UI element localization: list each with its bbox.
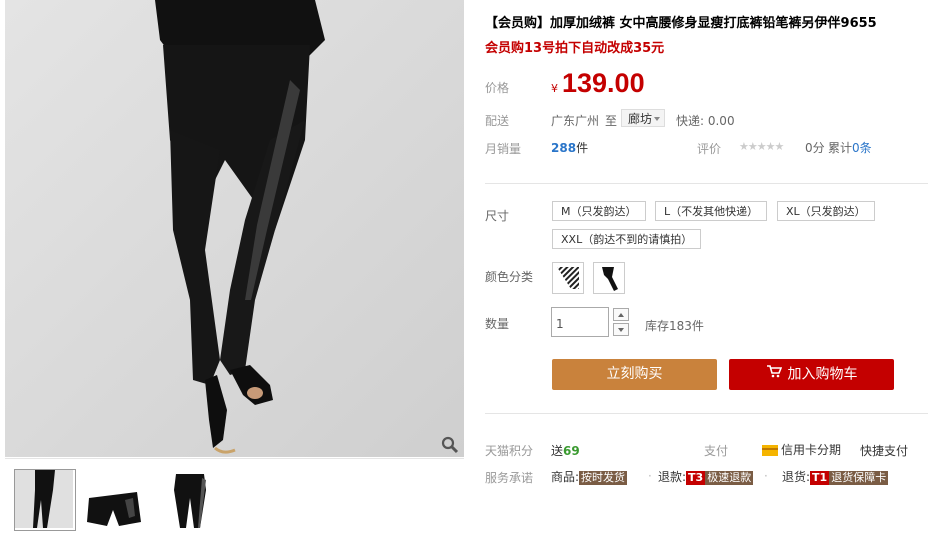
magnifier-icon[interactable] — [441, 436, 459, 454]
separator-dot: · — [764, 469, 768, 483]
stock-text: 库存183件 — [645, 319, 704, 333]
chevron-up-icon — [618, 313, 624, 317]
district-dropdown[interactable]: 廊坊 — [621, 109, 665, 127]
promo-text: 会员购13号拍下自动改成35元 — [485, 41, 665, 56]
points-number: 69 — [563, 444, 580, 458]
return-badge[interactable]: 退货保障卡 — [829, 471, 889, 485]
color-label: 颜色分类 — [485, 270, 534, 284]
rating-stars: ★★★★★ — [739, 140, 784, 153]
divider-2 — [485, 413, 928, 414]
refund-prefix: 退款: — [658, 470, 687, 484]
quantity-decrease-button[interactable] — [613, 323, 629, 336]
cart-icon — [766, 359, 782, 390]
points-send: 送 — [551, 444, 564, 458]
goods-badge[interactable]: 按时发货 — [579, 471, 628, 485]
buy-now-button[interactable]: 立刻购买 — [552, 359, 717, 390]
quick-pay[interactable]: 快捷支付 — [860, 442, 908, 459]
district-value: 廊坊 — [628, 112, 653, 126]
monthly-sales-label: 月销量 — [485, 142, 522, 156]
service-goods: 商品: 按时发货 — [551, 468, 628, 485]
shipping-to-word: 至 — [605, 114, 618, 128]
sales-count: 288 — [551, 141, 577, 155]
service-return: 退货: T1 退货保障卡 — [782, 468, 889, 485]
thumbnail-strip — [5, 458, 464, 541]
refund-badge-tag: T3 — [686, 471, 706, 485]
size-option-l[interactable]: L（不发其他快递） — [655, 201, 768, 221]
return-prefix: 退货: — [782, 470, 811, 484]
currency-symbol: ¥ — [551, 82, 558, 95]
price-value: 139.00 — [562, 68, 645, 98]
separator-dot: · — [648, 469, 652, 483]
cumulative-count: 0条 — [852, 141, 872, 155]
size-option-xl[interactable]: XL（只发韵达） — [777, 201, 875, 221]
service-label: 服务承诺 — [485, 471, 534, 485]
add-to-cart-label: 加入购物车 — [787, 366, 858, 383]
points-label: 天猫积分 — [485, 444, 534, 458]
service-refund: 退款: T3 极速退款 — [658, 468, 754, 485]
size-label: 尺寸 — [485, 209, 510, 223]
quantity-input[interactable]: 1 — [551, 307, 609, 337]
color-swatch-2[interactable] — [593, 262, 625, 294]
monthly-sales: 288件 — [551, 139, 588, 156]
pay-label: 支付 — [704, 444, 729, 458]
chevron-down-icon — [654, 117, 660, 121]
credit-card-icon — [762, 445, 778, 456]
rating-score: 0分 — [805, 141, 825, 155]
points-value: 送69 — [551, 442, 580, 459]
rating-label: 评价 — [697, 142, 722, 156]
divider-1 — [485, 183, 928, 184]
return-badge-tag: T1 — [810, 471, 830, 485]
color-swatch-1[interactable] — [552, 262, 584, 294]
credit-label: 信用卡分期 — [781, 443, 842, 457]
chevron-down-icon — [618, 328, 624, 332]
quantity-increase-button[interactable] — [613, 308, 629, 321]
thumbnail-3[interactable] — [162, 470, 220, 528]
thumbnail-1[interactable] — [14, 469, 76, 531]
cumulative-prefix: 累计 — [828, 141, 853, 155]
quantity-label: 数量 — [485, 317, 510, 331]
thumbnail-2[interactable] — [85, 470, 143, 528]
product-photo — [5, 0, 464, 457]
credit-installment[interactable]: 信用卡分期 — [762, 441, 841, 458]
refund-badge[interactable]: 极速退款 — [705, 471, 754, 485]
add-to-cart-button[interactable]: 加入购物车 — [729, 359, 894, 390]
shipping-fee: 快递: 0.00 — [676, 114, 735, 128]
shipping-from: 广东广州 — [551, 114, 600, 128]
size-option-xxl[interactable]: XXL（韵达不到的请慎拍） — [552, 229, 702, 249]
sales-unit: 件 — [576, 141, 589, 155]
size-option-m[interactable]: M（只发韵达） — [552, 201, 646, 221]
main-product-image[interactable] — [5, 0, 464, 457]
shipping-label: 配送 — [485, 114, 510, 128]
price-label: 价格 — [485, 81, 510, 95]
goods-prefix: 商品: — [551, 470, 580, 484]
product-title: 【会员购】加厚加绒裤 女中高腰修身显瘦打底裤铅笔裤另伊伴9655 — [485, 16, 877, 31]
cumulative-reviews[interactable]: 累计0条 — [828, 139, 872, 156]
